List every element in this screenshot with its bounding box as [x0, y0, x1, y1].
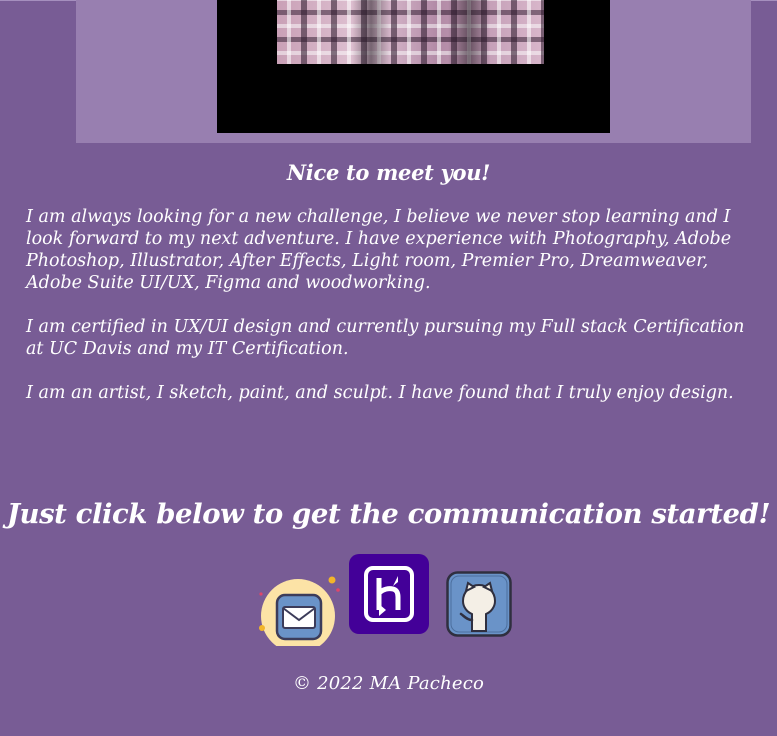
bio-paragraph-experience: I am always looking for a new challenge,…	[26, 207, 732, 293]
heroku-icon	[349, 554, 429, 634]
contact-cta-heading: Just click below to get the communicatio…	[6, 498, 771, 530]
photo-shadow-left	[352, 0, 390, 64]
bio-paragraph-artist: I am an artist, I sketch, paint, and scu…	[26, 383, 734, 403]
photo-shadow-right	[448, 0, 490, 64]
heroku-link[interactable]	[349, 554, 429, 634]
profile-photo	[277, 0, 544, 64]
github-link[interactable]	[446, 571, 512, 637]
email-icon	[259, 576, 340, 653]
bio-paragraph-certification: I am certified in UX/UI design and curre…	[26, 317, 745, 359]
greeting-heading: Nice to meet you!	[286, 160, 491, 185]
copyright-footer: © 2022 MA Pacheco	[292, 673, 485, 694]
contact-links	[0, 550, 777, 653]
github-icon	[446, 571, 512, 637]
email-link[interactable]	[256, 562, 340, 653]
bio-section: I am always looking for a new challenge,…	[26, 206, 756, 426]
